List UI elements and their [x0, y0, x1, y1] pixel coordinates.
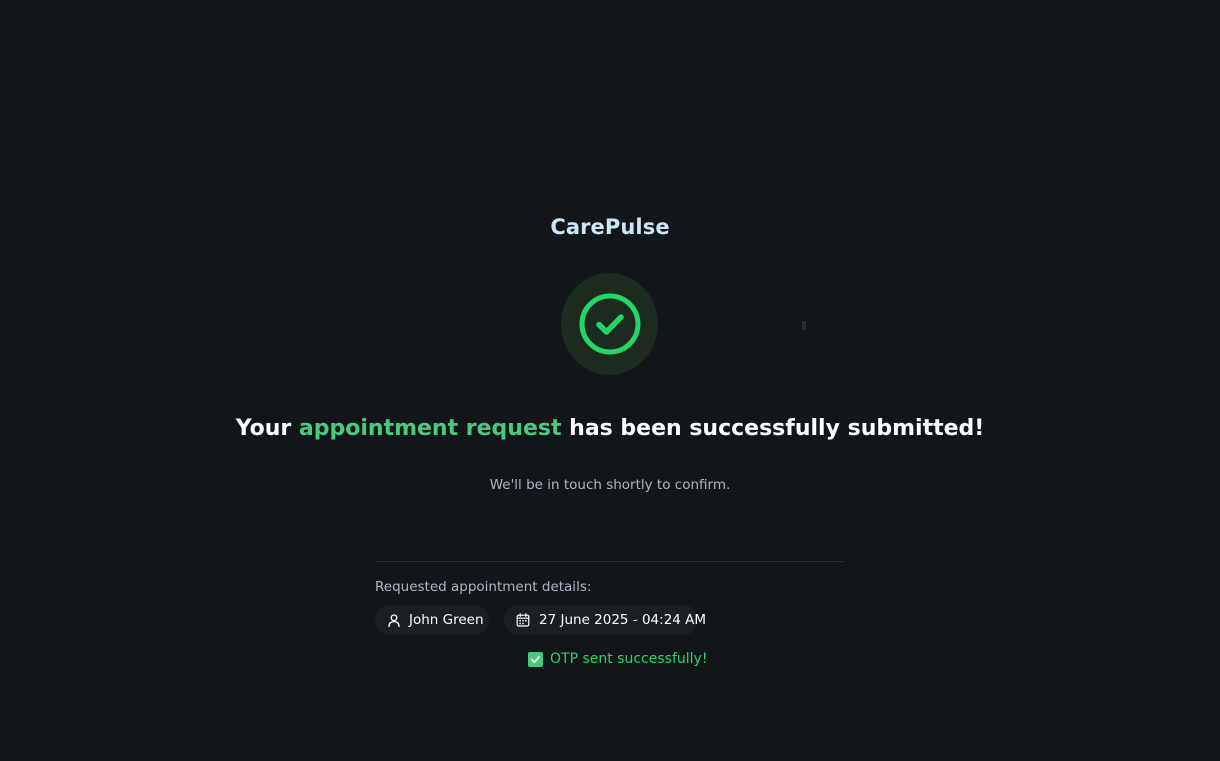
headline-suffix: has been successfully submitted! — [569, 416, 985, 441]
patient-chip: John Green — [375, 605, 489, 635]
appointment-datetime: 27 June 2025 - 04:24 AM — [539, 612, 707, 628]
toast-message: OTP sent successfully! — [550, 651, 708, 667]
success-page: CarePulse Your appointment request has b… — [0, 0, 1220, 761]
divider — [375, 561, 844, 562]
checkbox-checked-icon — [528, 651, 543, 667]
success-headline: Your appointment request has been succes… — [0, 416, 1220, 441]
stray-mark — [802, 321, 806, 330]
headline-prefix: Your — [235, 416, 292, 441]
user-icon — [388, 613, 400, 627]
success-badge — [561, 273, 658, 375]
datetime-chip: 27 June 2025 - 04:24 AM — [504, 605, 706, 635]
patient-name: John Green — [409, 612, 484, 628]
check-circle-icon — [578, 292, 642, 356]
calendar-icon — [516, 613, 530, 627]
otp-toast: OTP sent successfully! — [528, 651, 707, 667]
confirmation-subtext: We'll be in touch shortly to confirm. — [489, 477, 731, 493]
headline-accent: appointment request — [298, 416, 562, 441]
app-logo-text: CarePulse — [550, 215, 670, 239]
details-label: Requested appointment details: — [375, 579, 592, 595]
